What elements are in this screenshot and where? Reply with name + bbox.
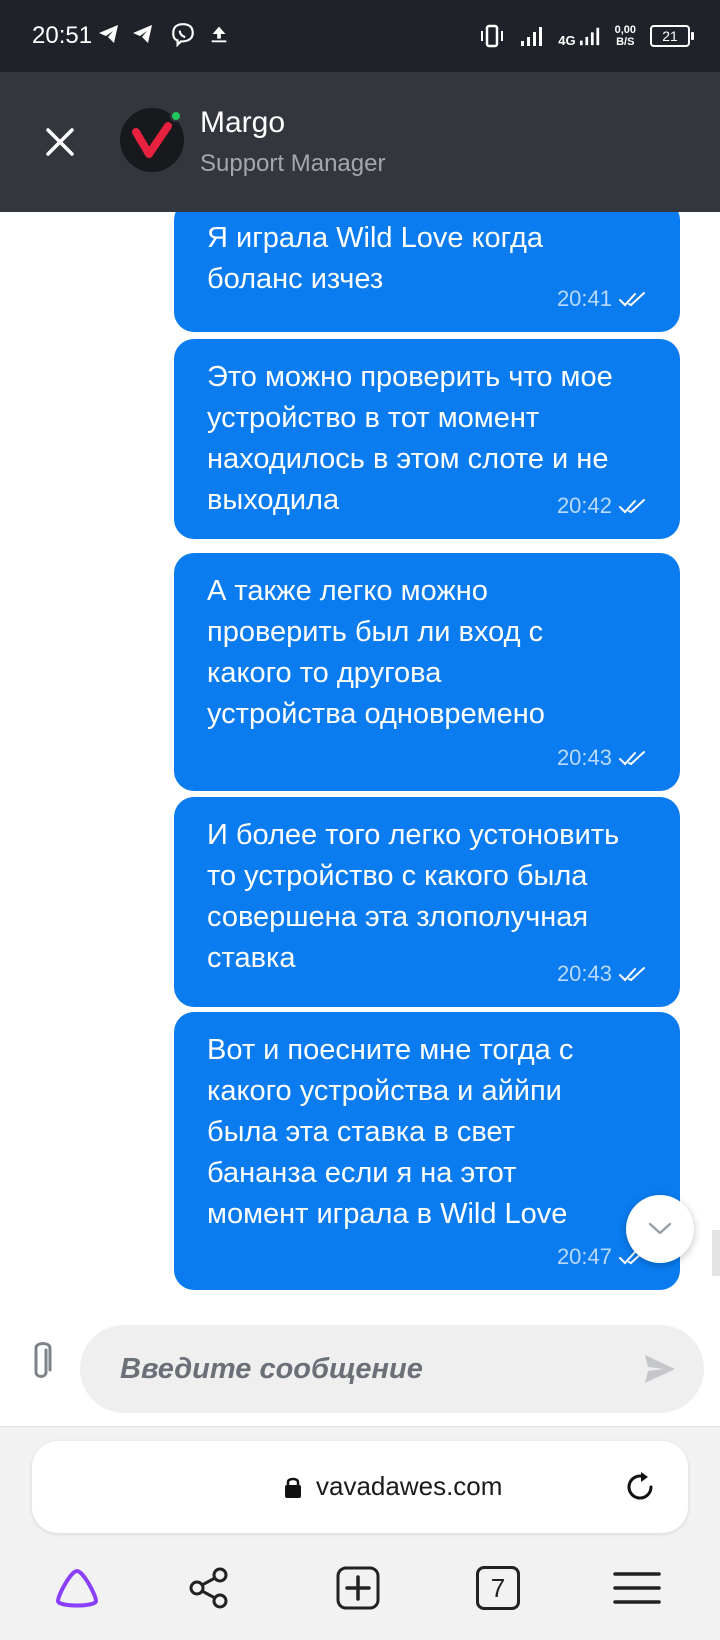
- upload-icon: [211, 26, 227, 43]
- tab-count: 7: [476, 1566, 520, 1610]
- network-type: 4G: [558, 33, 576, 48]
- viber-icon: [172, 23, 194, 48]
- double-check-icon: [619, 967, 645, 982]
- message-meta: 20:43: [557, 745, 648, 771]
- online-status-dot: [170, 110, 182, 122]
- message-meta: 20:41: [557, 286, 648, 312]
- screen: 20:51 4G 0,00 B/S 21 Margo Support Manag…: [0, 0, 720, 1640]
- reload-icon[interactable]: [622, 1469, 658, 1505]
- telegram-icon: [133, 25, 152, 43]
- url-text: vavadawes.com: [316, 1471, 503, 1501]
- message-meta: 20:43: [557, 961, 648, 987]
- message-time: 20:43: [556, 961, 612, 986]
- signal-icon: [579, 27, 599, 46]
- message-time: 20:47: [556, 1244, 612, 1269]
- message-text: Вот и поесните мне тогда с какого устрой…: [207, 1034, 574, 1230]
- avatar: [120, 108, 184, 172]
- message-text: И более того легко устоновить то устройс…: [207, 819, 620, 974]
- hamburger-menu-icon: [613, 1572, 661, 1604]
- send-icon[interactable]: [642, 1351, 678, 1387]
- plus-square-icon: [336, 1566, 380, 1610]
- network-4g: 4G: [558, 25, 600, 47]
- status-right-group: 4G 0,00 B/S 21: [478, 18, 694, 54]
- message-time: 20:43: [556, 745, 612, 770]
- message-composer: [0, 1300, 720, 1426]
- new-tab-button[interactable]: [333, 1563, 383, 1613]
- telegram-icon: [99, 25, 118, 43]
- agent-name: Margo: [200, 106, 286, 139]
- message-text: Я играла Wild Love когда боланс изчез: [207, 222, 543, 295]
- status-time: 20:51: [32, 22, 93, 49]
- alice-assistant-button[interactable]: [52, 1563, 102, 1613]
- browser-toolbar: vavadawes.com 7: [0, 1426, 720, 1640]
- status-bar: 20:51 4G 0,00 B/S 21: [0, 0, 720, 72]
- chevron-down-icon: [648, 1222, 672, 1235]
- alice-icon: [56, 1569, 98, 1608]
- paperclip-icon[interactable]: [26, 1338, 56, 1384]
- message-bubble: И более того легко устоновить то устройс…: [174, 797, 680, 1007]
- chat-header: Margo Support Manager: [0, 72, 720, 212]
- double-check-icon: [619, 751, 645, 766]
- signal-icon: [521, 27, 543, 46]
- speed-value: 0,00: [614, 24, 636, 36]
- battery-indicator: 21: [650, 25, 694, 47]
- message-input-container: [80, 1325, 704, 1413]
- scrollbar-thumb[interactable]: [712, 1230, 720, 1276]
- tabs-button[interactable]: 7: [473, 1563, 523, 1613]
- message-text: Это можно проверить что мое устройство в…: [207, 361, 613, 516]
- message-meta: 20:42: [557, 493, 648, 519]
- close-icon[interactable]: [40, 122, 80, 162]
- address-bar[interactable]: vavadawes.com: [32, 1441, 688, 1533]
- double-check-icon: [619, 499, 645, 514]
- message-time: 20:42: [556, 493, 612, 518]
- message-bubble: А также легко можно проверить был ли вхо…: [174, 553, 680, 791]
- double-check-icon: [619, 292, 645, 307]
- message-bubble: Вот и поесните мне тогда с какого устрой…: [174, 1012, 680, 1290]
- speed-unit: B/S: [616, 36, 635, 48]
- menu-button[interactable]: [612, 1563, 662, 1613]
- lock-icon: [285, 1477, 301, 1498]
- message-bubble: Это можно проверить что мое устройство в…: [174, 339, 680, 539]
- share-button[interactable]: [184, 1563, 234, 1613]
- agent-role: Support Manager: [200, 150, 386, 177]
- message-input[interactable]: [120, 1325, 600, 1413]
- browser-nav-row: 7: [0, 1563, 720, 1623]
- network-speed: 0,00 B/S: [615, 24, 636, 48]
- message-text: А также легко можно проверить был ли вхо…: [207, 575, 545, 730]
- message-time: 20:41: [556, 286, 612, 311]
- message-bubble: Я играла Wild Love когда боланс изчез 20…: [174, 212, 680, 332]
- scroll-to-bottom-button[interactable]: [626, 1195, 694, 1263]
- share-icon: [189, 1567, 228, 1609]
- vibrate-icon: [481, 24, 504, 48]
- message-list[interactable]: Я играла Wild Love когда боланс изчез 20…: [0, 212, 720, 1292]
